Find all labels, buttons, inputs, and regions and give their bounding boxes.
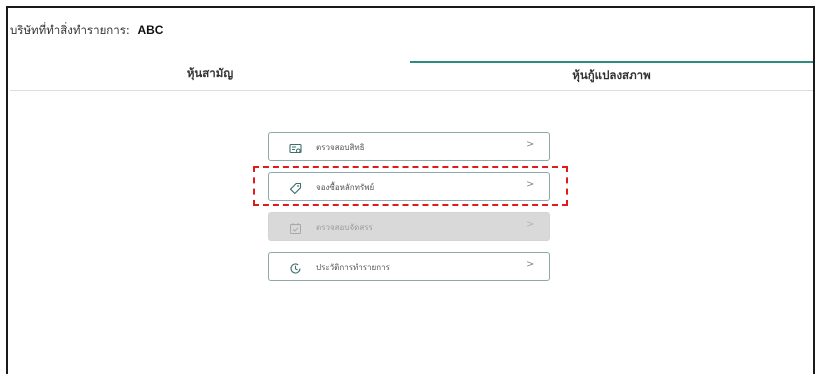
tab-common-stock[interactable]: หุ้นสามัญ [10,61,410,91]
chevron-right-icon: > [526,219,535,230]
tab-convertible-bond-label: หุ้นกู้แปลงสภาพ [572,68,651,82]
menu-item-transaction-history[interactable]: ประวัติการทำรายการ > [268,252,550,281]
company-value: ABC [137,23,164,37]
tab-common-stock-label: หุ้นสามัญ [186,66,234,80]
history-clock-icon [289,260,302,274]
chevron-right-icon: > [526,139,535,150]
menu-item-label: ตรวจสอบสิทธิ [316,143,365,152]
menu-item-label: ประวัติการทำรายการ [316,263,390,272]
company-info: บริษัทที่ทำสิ่งทำรายการ: ABC [10,22,163,40]
company-label: บริษัทที่ทำสิ่งทำรายการ: [10,23,130,37]
highlight-annotation [253,166,568,206]
tab-convertible-bond[interactable]: หุ้นกู้แปลงสภาพ [410,61,813,91]
menu-item-check-allocation: ตรวจสอบจัดสรร > [268,212,550,241]
menu-item-label: ตรวจสอบจัดสรร [316,223,373,232]
menu-item-check-rights[interactable]: ตรวจสอบสิทธิ > [268,132,550,161]
calendar-check-icon [289,220,302,234]
tab-divider [10,90,813,91]
chevron-right-icon: > [526,259,535,270]
id-card-icon [289,140,302,154]
